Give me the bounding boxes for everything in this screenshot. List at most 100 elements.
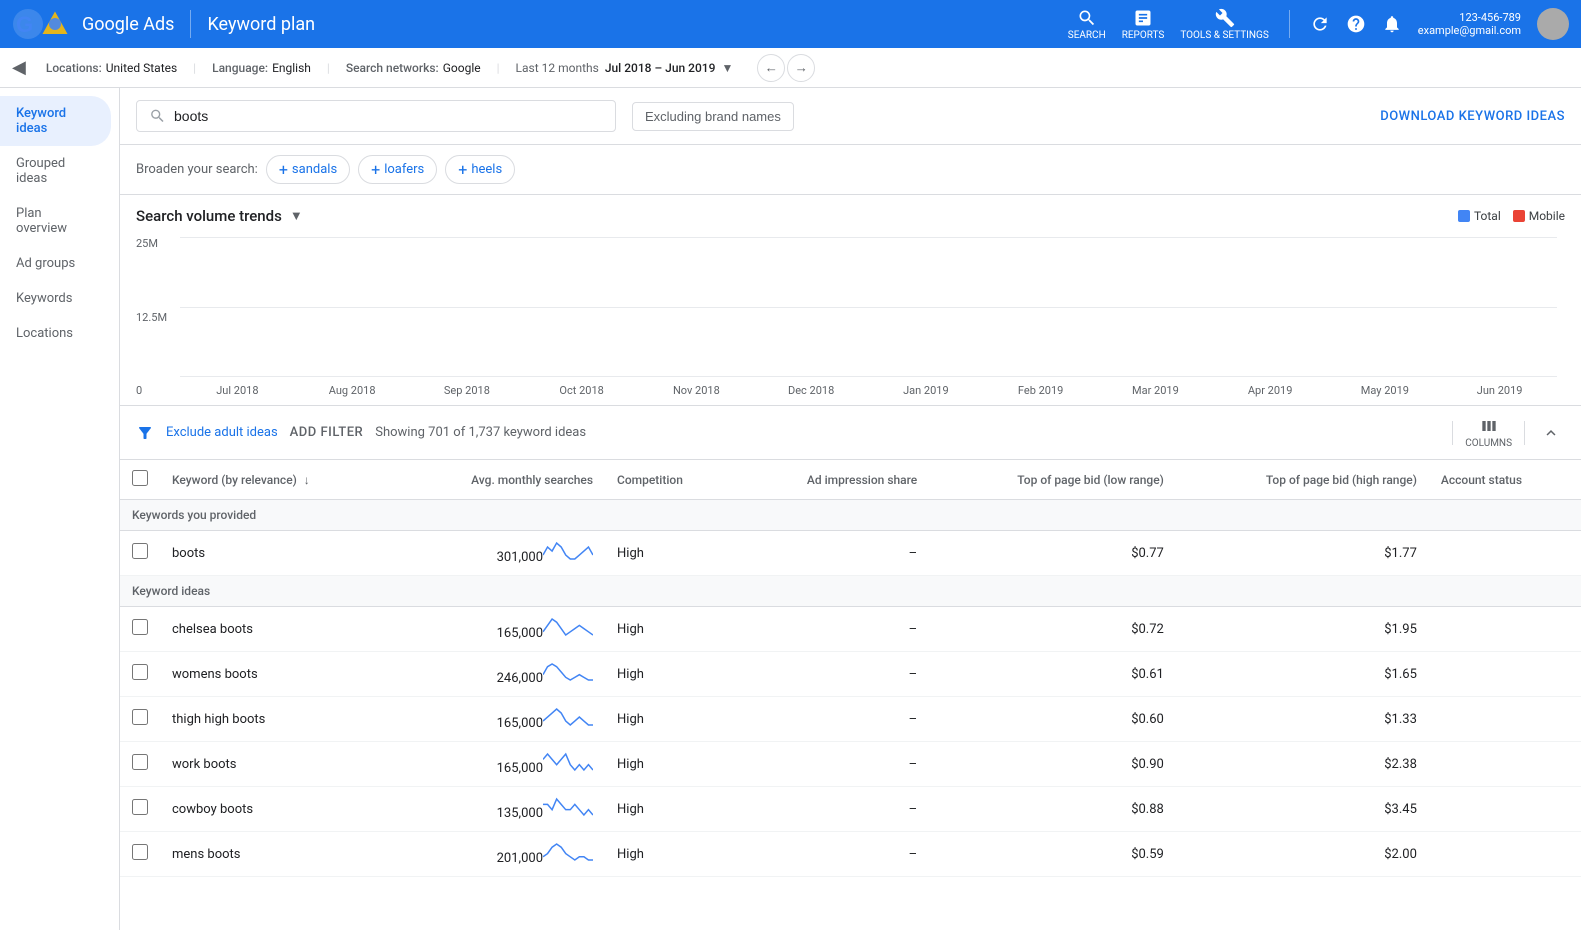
excluding-brand-button[interactable]: Excluding brand names [632, 102, 794, 131]
row-bid-high: $1.95 [1176, 607, 1429, 652]
row-competition: High [605, 832, 735, 877]
broaden-tag-sandals[interactable]: + sandals [266, 155, 350, 184]
date-prev-button[interactable]: ← [757, 54, 785, 82]
row-checkbox-cell[interactable] [120, 652, 160, 697]
row-account-status [1429, 787, 1581, 832]
row-bid-high: $1.65 [1176, 652, 1429, 697]
exclude-adult-link[interactable]: Exclude adult ideas [166, 425, 278, 440]
table-row[interactable]: thigh high boots 165,000 High – $0.60 $1… [120, 697, 1581, 742]
th-impression-share: Ad impression share [735, 460, 929, 500]
locations-label: Locations: [46, 61, 102, 75]
reports-nav-label: REPORTS [1122, 30, 1165, 41]
sep1: | [193, 61, 196, 75]
locations-filter[interactable]: Locations: United States [46, 61, 177, 75]
mini-trend-chart [543, 617, 593, 637]
sidebar-item-ad-groups[interactable]: Ad groups [0, 246, 111, 281]
date-range-label: Last 12 months [516, 61, 599, 75]
th-checkbox[interactable] [120, 460, 160, 500]
search-input-wrap[interactable] [136, 100, 616, 132]
chart-legend: Total Mobile [1458, 209, 1565, 223]
showing-text: Showing 701 of 1,737 keyword ideas [375, 425, 586, 440]
page-title: Keyword plan [207, 14, 315, 35]
sidebar-item-keywords[interactable]: Keywords [0, 281, 111, 316]
collapse-button[interactable] [1537, 419, 1565, 447]
th-keyword[interactable]: Keyword (by relevance) ↓ [160, 460, 394, 500]
row-checkbox-cell[interactable] [120, 787, 160, 832]
date-range-dropdown-icon[interactable]: ▼ [721, 61, 733, 75]
broaden-sandals-label: sandals [292, 162, 337, 177]
search-networks-filter[interactable]: Search networks: Google [346, 61, 481, 75]
sort-icon: ↓ [304, 473, 310, 487]
row-checkbox[interactable] [132, 619, 148, 635]
table-row[interactable]: work boots 165,000 High – $0.90 $2.38 [120, 742, 1581, 787]
row-bid-high: $1.33 [1176, 697, 1429, 742]
main-layout: Keyword ideas Grouped ideas Plan overvie… [0, 88, 1581, 930]
row-competition: High [605, 787, 735, 832]
row-checkbox-cell[interactable] [120, 531, 160, 576]
row-avg-searches: 165,000 [394, 697, 605, 742]
search-nav-button[interactable]: SEARCH [1068, 8, 1106, 41]
keyword-search-input[interactable] [174, 108, 603, 124]
row-bid-low: $0.61 [929, 652, 1176, 697]
row-checkbox[interactable] [132, 709, 148, 725]
notifications-button[interactable] [1382, 14, 1402, 34]
sep2: | [327, 61, 330, 75]
row-checkbox[interactable] [132, 799, 148, 815]
row-checkbox-cell[interactable] [120, 607, 160, 652]
x-label: Apr 2019 [1213, 384, 1328, 397]
columns-button[interactable]: COLUMNS [1465, 416, 1512, 449]
row-bid-low: $0.60 [929, 697, 1176, 742]
sidebar-item-locations[interactable]: Locations [0, 316, 111, 351]
download-keyword-ideas-button[interactable]: DOWNLOAD KEYWORD IDEAS [1380, 109, 1565, 124]
app-name: Google Ads [82, 14, 174, 35]
reports-nav-button[interactable]: REPORTS [1122, 8, 1165, 41]
tools-nav-button[interactable]: TOOLS & SETTINGS [1180, 8, 1268, 41]
search-input-icon [149, 107, 166, 125]
table-row[interactable]: cowboy boots 135,000 High – $0.88 $3.45 [120, 787, 1581, 832]
th-bid-low: Top of page bid (low range) [929, 460, 1176, 500]
table-body: Keywords you provided boots 301,000 High… [120, 500, 1581, 877]
broaden-tag-heels[interactable]: + heels [445, 155, 515, 184]
row-checkbox[interactable] [132, 664, 148, 680]
tools-nav-label: TOOLS & SETTINGS [1180, 30, 1268, 41]
row-checkbox-cell[interactable] [120, 742, 160, 787]
row-checkbox[interactable] [132, 543, 148, 559]
row-checkbox[interactable] [132, 844, 148, 860]
sidebar-item-keyword-ideas[interactable]: Keyword ideas [0, 96, 111, 146]
add-filter-button[interactable]: ADD FILTER [290, 425, 364, 440]
select-all-checkbox[interactable] [132, 470, 148, 486]
row-checkbox-cell[interactable] [120, 697, 160, 742]
chart-dropdown-icon[interactable]: ▼ [290, 208, 303, 224]
help-button[interactable] [1346, 14, 1366, 34]
row-avg-searches: 301,000 [394, 531, 605, 576]
row-keyword: chelsea boots [160, 607, 394, 652]
row-impression-share: – [735, 742, 929, 787]
table-section-header: Keyword ideas [120, 576, 1581, 607]
keywords-table: Keyword (by relevance) ↓ Avg. monthly se… [120, 460, 1581, 877]
sidebar: Keyword ideas Grouped ideas Plan overvie… [0, 88, 120, 930]
row-impression-share: – [735, 832, 929, 877]
th-avg-searches: Avg. monthly searches [394, 460, 605, 500]
search-bar: Excluding brand names DOWNLOAD KEYWORD I… [120, 88, 1581, 145]
sidebar-item-grouped-ideas[interactable]: Grouped ideas [0, 146, 111, 196]
sidebar-toggle[interactable]: ◀ [12, 57, 26, 78]
language-filter[interactable]: Language: English [212, 61, 311, 75]
table-row[interactable]: womens boots 246,000 High – $0.61 $1.65 [120, 652, 1581, 697]
user-avatar[interactable] [1537, 8, 1569, 40]
user-info: 123-456-789 example@gmail.com [1418, 11, 1521, 37]
table-row[interactable]: mens boots 201,000 High – $0.59 $2.00 [120, 832, 1581, 877]
date-next-button[interactable]: → [787, 54, 815, 82]
row-keyword: work boots [160, 742, 394, 787]
nav-divider-2 [1289, 10, 1290, 38]
row-account-status [1429, 832, 1581, 877]
row-account-status [1429, 697, 1581, 742]
refresh-button[interactable] [1310, 14, 1330, 34]
row-checkbox[interactable] [132, 754, 148, 770]
row-impression-share: – [735, 787, 929, 832]
sidebar-item-plan-overview[interactable]: Plan overview [0, 196, 111, 246]
broaden-tag-loafers[interactable]: + loafers [358, 155, 437, 184]
row-checkbox-cell[interactable] [120, 832, 160, 877]
table-row[interactable]: chelsea boots 165,000 High – $0.72 $1.95 [120, 607, 1581, 652]
date-range-filter[interactable]: Last 12 months Jul 2018 – Jun 2019 ▼ [516, 61, 734, 75]
table-row[interactable]: boots 301,000 High – $0.77 $1.77 [120, 531, 1581, 576]
